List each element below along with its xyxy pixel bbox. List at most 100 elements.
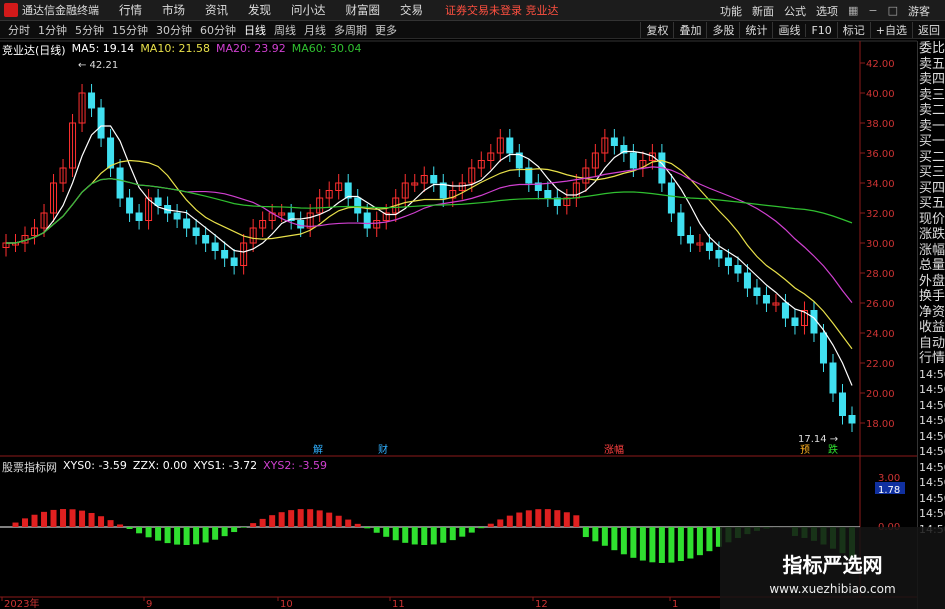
side-label: 14:50 xyxy=(919,429,945,443)
indicator-bar xyxy=(288,510,295,527)
candle-body xyxy=(183,218,191,229)
xys0-label: XYS0: -3.59 xyxy=(63,459,127,472)
ma5-line xyxy=(6,125,853,386)
event-marker: 财 xyxy=(378,443,388,456)
indicator-bar xyxy=(516,512,523,527)
indicator-bar xyxy=(630,527,637,558)
y-tick-label: 34.00 xyxy=(866,179,895,190)
watermark-url: www.xuezhibiao.com xyxy=(769,582,896,596)
indicator-bar xyxy=(107,520,114,527)
x-tick-label: 1 xyxy=(672,599,678,609)
side-label: 卖三 xyxy=(919,87,945,103)
candle-body xyxy=(810,310,818,334)
side-label: 净资 xyxy=(919,304,945,320)
candle-body xyxy=(354,197,362,214)
indicator-bar xyxy=(155,527,162,541)
indicator-bar xyxy=(582,527,589,538)
indicator-bar xyxy=(478,527,485,529)
indicator-bar xyxy=(430,527,437,545)
event-marker: 涨幅 xyxy=(604,443,624,456)
side-label: 卖四 xyxy=(919,72,945,87)
candle-body xyxy=(211,242,219,251)
indicator-bar xyxy=(601,527,608,546)
indicator-bar xyxy=(183,527,190,545)
indicator-bar xyxy=(354,523,361,527)
xys2-label: XYS2: -3.59 xyxy=(263,459,328,472)
side-label: 涨幅 xyxy=(919,242,945,258)
indicator-bar xyxy=(364,527,371,529)
side-label: 卖一 xyxy=(919,118,945,134)
candle-body xyxy=(202,235,210,244)
indicator-bar xyxy=(535,509,542,527)
candle-body xyxy=(610,137,618,146)
side-label: 收益 xyxy=(919,320,945,335)
indicator-bar xyxy=(687,527,694,559)
indicator-bar xyxy=(544,509,551,527)
indicator-bar xyxy=(592,527,599,542)
x-tick-label: 11 xyxy=(392,599,405,609)
side-label: 委比 xyxy=(919,41,945,56)
side-label: 外盘 xyxy=(919,273,945,289)
indicator-bar xyxy=(297,509,304,527)
indicator-bar xyxy=(658,527,665,563)
candle-body xyxy=(781,302,789,319)
indicator-bar xyxy=(449,527,456,541)
indicator-bar xyxy=(145,527,152,538)
y-tick-label: 38.00 xyxy=(866,119,895,130)
event-marker: 解 xyxy=(313,443,323,456)
indicator-bar xyxy=(41,511,48,527)
candle-body xyxy=(506,137,514,154)
candle-body xyxy=(192,227,200,236)
indicator-bar xyxy=(440,527,447,543)
side-label: 买一 xyxy=(919,134,945,149)
y-tick-label: 20.00 xyxy=(866,389,895,400)
indicator-bar xyxy=(639,527,646,561)
indicator-bar xyxy=(459,527,466,537)
side-label: 买三 xyxy=(919,165,945,180)
candle-body xyxy=(544,190,552,199)
indicator-bar xyxy=(126,527,133,529)
indicator-bar xyxy=(373,527,380,533)
kline-chart[interactable]: 42.00 40.00 38.00 36.00 34.00 32.00 30.00 28.00… xyxy=(0,0,917,609)
indicator-bar xyxy=(164,527,171,544)
indicator-bar xyxy=(345,519,352,527)
y-tick-label: 42.00 xyxy=(866,59,895,70)
indicator-bar xyxy=(79,510,86,527)
indicator-bar xyxy=(250,523,257,527)
candle-body xyxy=(686,235,694,244)
candle-body xyxy=(430,175,438,184)
indicator-bar xyxy=(259,518,266,527)
high-price-label: ← 42.21 xyxy=(78,60,118,71)
indicator-bar xyxy=(402,527,409,543)
candle-body xyxy=(838,392,846,416)
watermark: 指标严选网 www.xuezhibiao.com xyxy=(720,527,945,609)
side-label: 现价 xyxy=(919,211,945,227)
indicator-bar xyxy=(88,512,95,527)
indicator-bar xyxy=(383,527,390,537)
candle-body xyxy=(88,92,96,109)
side-label: 14:50 xyxy=(919,476,945,489)
indicator-tick-label: 1.78 xyxy=(878,485,900,496)
indicator-bar xyxy=(421,527,428,545)
indicator-legend: 股票指标网 XYS0: -3.59 ZZX: 0.00 XYS1: -3.72 … xyxy=(2,459,333,474)
indicator-bar xyxy=(573,515,580,527)
indicator-bar xyxy=(202,527,209,543)
side-label: 14:50 xyxy=(919,460,945,474)
indicator-bar xyxy=(269,515,276,527)
x-tick-label: 2023年 xyxy=(4,597,39,609)
y-tick-label: 36.00 xyxy=(866,149,895,160)
indicator-bar xyxy=(117,524,124,527)
side-label: 行情 xyxy=(919,351,945,366)
y-tick-label: 32.00 xyxy=(866,209,895,220)
indicator-bar xyxy=(240,527,247,528)
indicator-bar xyxy=(554,510,561,527)
indicator-bar xyxy=(136,527,143,534)
candle-body xyxy=(743,272,751,289)
candle-body xyxy=(705,242,713,251)
indicator-bar xyxy=(487,523,494,527)
indicator-bar xyxy=(307,509,314,527)
x-tick-label: 10 xyxy=(280,599,293,609)
indicator-name: 股票指标网 xyxy=(2,461,57,474)
y-tick-label: 40.00 xyxy=(866,89,895,100)
app-window: 通达信金融终端 行情 市场 资讯 发现 问小达 财富圈 交易 证券交易未登录 竞… xyxy=(0,0,945,609)
